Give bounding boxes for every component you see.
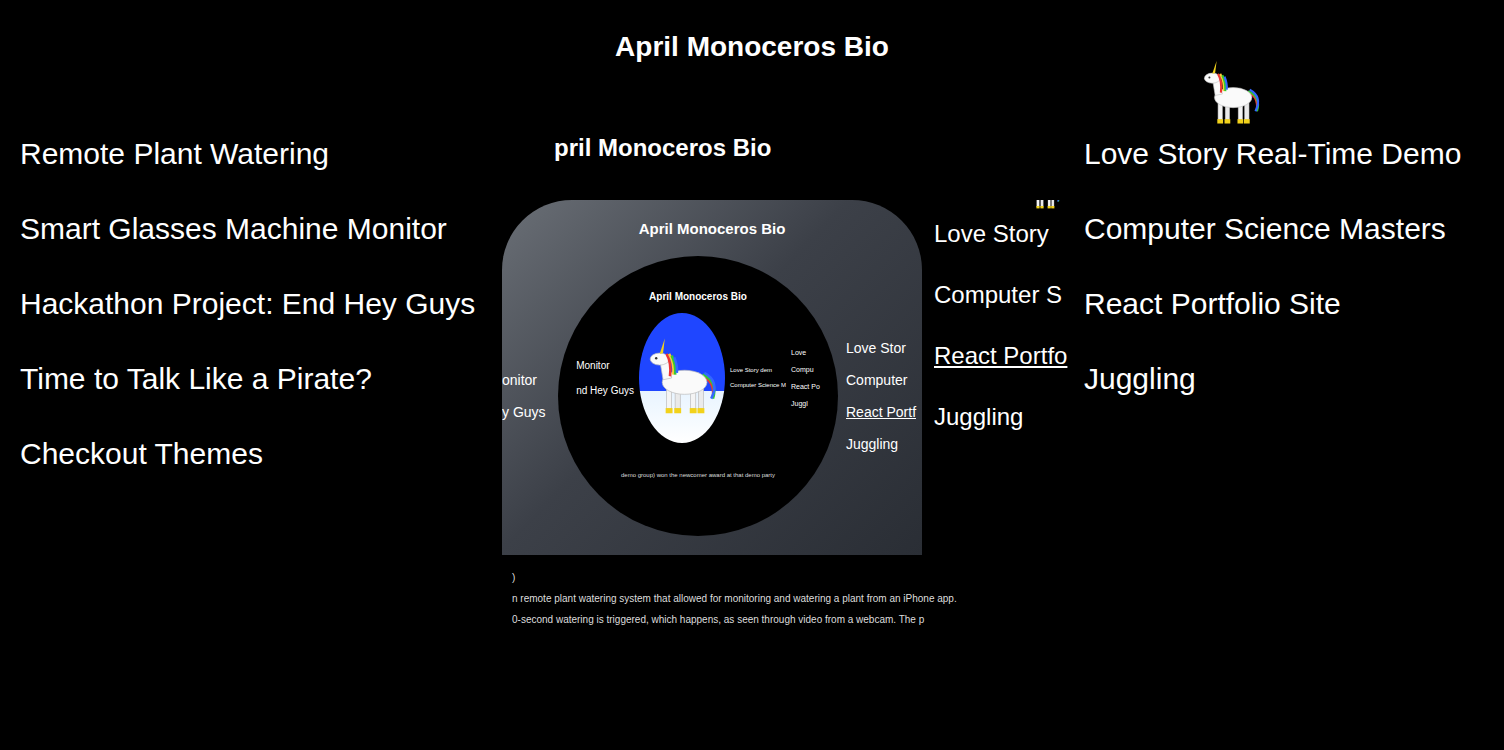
nested-link: y Guys [502,403,558,421]
inner-link: Love [791,348,820,358]
project-link[interactable]: Juggling [1084,357,1484,401]
nested-link: Computer [846,371,922,389]
project-link[interactable]: Remote Plant Watering [20,132,495,176]
mirror-caption: ) [512,571,1075,584]
project-link[interactable]: React Portfolio Site [1084,282,1484,326]
nested-title: April Monoceros Bio [639,220,786,238]
inner-link: nd Hey Guys [576,384,634,397]
inner-link: Juggl [791,399,820,409]
nested-row: onitor y Guys April Monoceros Bio Monitor nd… [502,256,922,536]
inner-link: Compu [791,365,820,375]
page-body: Remote Plant Watering Smart Glasses Machi… [20,132,1484,626]
mirror-link: React Portfo [934,340,1070,372]
unicorn-icon [1185,58,1277,130]
inner-link: React Po [791,382,820,392]
nested-link: Love Stor [846,339,922,357]
mirror-link: Love Story [934,218,1070,250]
inner-far-list: Love Compu React Po Juggl [791,348,820,409]
project-link[interactable]: Smart Glasses Machine Monitor [20,207,495,251]
mirror-right-list: Love Story Computer S React Portfo Juggling [934,200,1070,555]
video-frame: April Monoceros Bioonitory GuysApril Mon… [502,200,922,555]
inner-link: Monitor [576,359,634,372]
unicorn-picture [639,313,725,443]
mirror-link: Juggling [934,401,1070,433]
unicorn-icon [639,313,725,443]
inner-row: Monitor nd Hey Guys Love Story dem Computer… [576,313,820,443]
mirror-caption: n remote plant watering system that allo… [512,592,1075,605]
inner-link: Love Story dem [730,366,786,375]
mirror-caption: 0-second watering is triggered, which ha… [512,613,1075,626]
nested-link: Juggling [846,435,922,453]
unicorn-icon [1024,200,1064,214]
inner-circle: April Monoceros Bio Monitor nd Hey Guys Lov… [558,256,838,536]
left-link-list: Remote Plant Watering Smart Glasses Machi… [20,132,495,626]
mirror-captions: ) n remote plant watering system that all… [502,571,1075,626]
project-link[interactable]: Love Story Real-Time Demo [1084,132,1484,176]
nested-link: onitor [502,371,558,389]
page-title: April Monoceros Bio [20,28,1484,66]
mirror-title: pril Monoceros Bio [502,132,1075,164]
inner-title: April Monoceros Bio [649,290,747,303]
inner-left-list: Monitor nd Hey Guys [576,359,634,397]
right-link-list: Love Story Real-Time Demo Computer Scienc… [1075,132,1484,626]
inner-link: Computer Science M [730,381,786,390]
page: April Monoceros Bio Remote Plant Watering… [0,0,1504,750]
project-link[interactable]: Checkout Themes [20,432,495,476]
nested-right-list: Love Stor Computer React Portf Juggling [838,339,922,453]
mirror-view: pril Monoceros Bio April Monoceros Bio oni… [502,132,1075,626]
mirror-row: April Monoceros Bioonitory GuysApril Mon… [502,200,1075,555]
nested-link: React Portf [846,403,922,421]
project-link[interactable]: Hackathon Project: End Hey Guys [20,282,495,326]
project-link[interactable]: Computer Science Masters [1084,207,1484,251]
mirror-link: Computer S [934,279,1070,311]
project-link[interactable]: Time to Talk Like a Pirate? [20,357,495,401]
inner-caption: demo group) won the newcomer award at th… [621,471,775,479]
nested-left-list: onitor y Guys [502,371,558,421]
inner-mid-list: Love Story dem Computer Science M [730,366,786,390]
